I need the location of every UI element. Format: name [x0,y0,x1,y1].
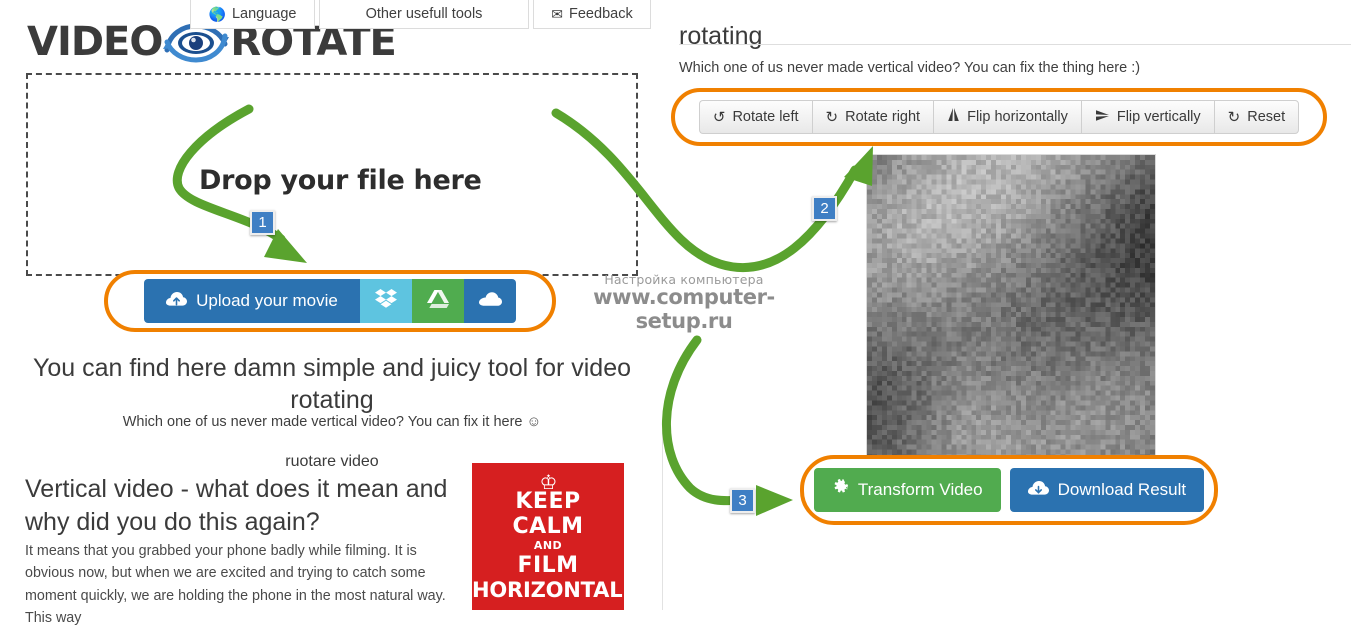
download-result-label: Download Result [1057,480,1187,499]
onedrive-icon [478,291,502,312]
article-paragraph: It means that you grabbed your phone bad… [25,543,446,626]
rotate-toolbar-highlight: ↺ Rotate left ↻ Rotate right Flip horizo… [671,88,1327,146]
heading-rule [679,44,1351,45]
upload-your-movie-button[interactable]: Upload your movie [144,279,360,323]
cloud-upload-icon [166,291,188,312]
dropzone-label: Drop your file here [199,165,482,196]
rotate-left-button[interactable]: ↺ Rotate left [698,100,812,134]
flip-vertically-button[interactable]: Flip vertically [1080,100,1214,134]
poster-line-2: CALM [512,514,584,539]
flip-horizontally-button[interactable]: Flip horizontally [933,100,1081,134]
gear-icon [832,479,849,501]
rotate-right-icon: ↻ [825,109,839,126]
transform-video-button[interactable]: Transform Video [813,468,1001,512]
upload-button-label: Upload your movie [196,291,338,310]
rotate-left-icon: ↺ [712,109,726,126]
step-badge-3: 3 [730,488,755,513]
dropbox-icon [374,288,397,314]
step-badge-2: 2 [812,196,837,221]
nav-language-label: Language [231,6,297,22]
page-subline: Which one of us never made vertical vide… [122,414,542,430]
top-navigation: 🌎 Language Other usefull tools ✉ Feedbac… [190,0,651,29]
poster-line-1: KEEP [515,489,581,514]
left-column: Drop your file here Upload your movie Yo… [0,0,663,626]
refresh-icon: ↻ [1227,109,1241,126]
envelope-icon: ✉ [551,6,564,22]
flip-horizontally-label: Flip horizontally [967,109,1068,125]
rotate-right-label: Rotate right [845,109,921,125]
globe-icon: 🌎 [208,6,226,22]
article-heading: Vertical video - what does it mean and w… [25,475,448,536]
right-heading: rotating [679,22,763,50]
cloud-download-icon [1027,480,1049,501]
google-drive-upload-button[interactable] [411,279,464,323]
nav-other-tools-label: Other usefull tools [365,6,483,22]
download-result-button[interactable]: Download Result [1009,468,1205,512]
poster-line-3: AND [533,539,563,552]
right-subheading: Which one of us never made vertical vide… [679,60,1141,76]
upload-button-group: Upload your movie [144,279,516,323]
page-tagline: You can find here damn simple and juicy … [32,354,632,414]
rotate-left-label: Rotate left [732,109,799,125]
flip-vertical-icon [1095,109,1110,126]
nav-other-tools-button[interactable]: Other usefull tools [319,0,529,29]
flip-vertically-label: Flip vertically [1116,109,1201,125]
poster-line-4: FILM [517,553,579,578]
logo-text-left: VIDEO [27,19,163,65]
nav-language-button[interactable]: 🌎 Language [190,0,315,29]
google-drive-icon [426,289,449,314]
crown-icon: ♔ [539,470,558,494]
nav-feedback-button[interactable]: ✉ Feedback [533,0,651,29]
poster-line-5: HORIZONTALLY [472,578,624,602]
video-preview[interactable] [866,154,1156,480]
video-preview-canvas [867,155,1155,479]
reset-button[interactable]: ↻ Reset [1213,100,1300,134]
dropbox-upload-button[interactable] [359,279,412,323]
action-buttons-highlight: Transform Video Download Result [800,455,1218,525]
step-badge-1: 1 [250,210,275,235]
transform-video-label: Transform Video [857,480,983,499]
rotate-right-button[interactable]: ↻ Rotate right [811,100,934,134]
nav-feedback-label: Feedback [569,6,633,22]
keep-calm-poster: ♔ KEEP CALM AND FILM HORIZONTALLY [472,463,624,610]
rotate-toolbar: ↺ Rotate left ↻ Rotate right Flip horizo… [698,100,1300,134]
reset-label: Reset [1247,109,1286,125]
upload-controls-highlight: Upload your movie [104,270,556,332]
onedrive-upload-button[interactable] [463,279,516,323]
flip-horizontal-icon [947,108,960,126]
